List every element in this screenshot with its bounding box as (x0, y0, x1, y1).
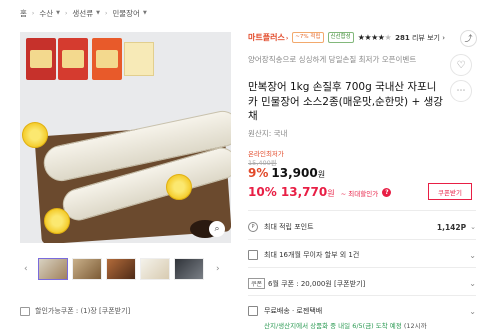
share-icon[interactable]: ⤴ (460, 30, 477, 47)
thumbnail[interactable] (38, 258, 68, 280)
rating-stars: ★★★★★ (357, 33, 392, 42)
installment-label: 최대 16개월 무이자 할부 외 1건 (264, 251, 360, 259)
breadcrumb-item[interactable]: 수산 (39, 8, 53, 19)
max-discount-label: ~ 최대할인가 (340, 190, 379, 198)
points-badge: ~7% 적립 (292, 32, 324, 43)
coupon-icon (20, 306, 30, 316)
thumbnail[interactable] (140, 258, 170, 280)
chevron-down-icon[interactable]: ⌄ (469, 279, 476, 288)
sale-price: 9% 13,900원 (248, 166, 325, 180)
truck-icon (248, 306, 258, 316)
monthly-coupon-row[interactable]: 쿠폰 6월 쿠폰 : 20,000원 [쿠폰받기] ⌄ (248, 278, 476, 289)
chevron-down-icon[interactable]: ▼ (143, 10, 147, 16)
point-icon: P (248, 222, 258, 232)
divider (248, 239, 476, 240)
divider (248, 267, 476, 268)
chevron-right-icon: › (64, 9, 68, 17)
coupon-tag: 쿠폰 (248, 278, 266, 289)
card-icon (248, 250, 258, 260)
divider (248, 210, 476, 211)
thumbs-prev-icon[interactable]: ‹ (24, 264, 28, 274)
shipping-row[interactable]: 무료배송 · 로젠택배 ⌄ (248, 306, 476, 316)
points-row[interactable]: P 최대 적립 포인트 1,142P ⌄ (248, 222, 476, 232)
chevron-down-icon[interactable]: ▼ (96, 10, 100, 16)
breadcrumb-item[interactable]: 민물장어 (112, 8, 140, 19)
ginger-pack-image (124, 42, 154, 76)
coupon-bar[interactable]: 할인가능쿠폰 : (1)장 [쿠폰받기] (20, 306, 238, 316)
price-unit: 원 (317, 170, 326, 179)
price-value: 13,900 (271, 166, 318, 180)
shipping-eta: 산지/생산지에서 상품화 중 내일 6/5(금) 도착 예정 (12시까 (264, 322, 427, 330)
lemon-slice (44, 208, 70, 234)
product-title: 만복장어 1kg 손질후 700g 국내산 자포니카 민물장어 소스2종(매운맛… (248, 81, 443, 122)
thumbnail-strip (38, 258, 204, 280)
chevron-down-icon[interactable]: ⌄ (469, 307, 476, 316)
thumbnail[interactable] (106, 258, 136, 280)
lemon-slice (22, 122, 48, 148)
coupon-bar-text: 할인가능쿠폰 : (1)장 [쿠폰받기] (35, 307, 131, 315)
product-pack-image (92, 38, 122, 80)
share-icon[interactable]: ⋯ (450, 80, 472, 102)
product-pack-image (58, 38, 88, 80)
coupon-price-value: 13,770 (280, 185, 328, 199)
chevron-down-icon[interactable]: ⌄ (469, 251, 476, 260)
breadcrumb-home[interactable]: 홈 (20, 8, 27, 19)
chevron-down-icon[interactable]: ▼ (56, 10, 60, 16)
divider (248, 295, 476, 296)
heart-icon[interactable]: ♡ (450, 54, 472, 76)
thumbs-next-icon[interactable]: › (216, 264, 220, 274)
product-pack-image (26, 38, 56, 80)
product-subtitle: 양어장직송으로 싱싱하게 당일손질 최저가 오픈이벤트 (248, 55, 417, 64)
chevron-right-icon: › (104, 9, 108, 17)
product-origin: 원산지: 국내 (248, 129, 288, 138)
product-main-image[interactable]: ⌕ (20, 32, 231, 243)
monthly-coupon-label: 6월 쿠폰 : 20,000원 [쿠폰받기] (268, 279, 366, 288)
thumbnail[interactable] (174, 258, 204, 280)
product-info-panel: 마트플러스› ~7% 적립 신선합성 ★★★★★ 281 리뷰 보기 › ⤴ 양… (248, 0, 490, 334)
review-link[interactable]: 281 리뷰 보기 › (395, 33, 445, 43)
coupon-percent: 10% (248, 185, 277, 199)
points-value: 1,142P (436, 222, 467, 232)
points-label: 최대 적립 포인트 (264, 223, 314, 231)
installment-row[interactable]: 최대 16개월 무이자 할부 외 1건 ⌄ (248, 250, 476, 260)
chevron-down-icon[interactable]: ⌄ (470, 223, 476, 231)
coupon-price: 10% 13,770원 ~ 최대할인가 ? (248, 185, 392, 199)
brand-row: 마트플러스› ~7% 적립 신선합성 ★★★★★ 281 리뷰 보기 › (248, 32, 445, 43)
thumbnail[interactable] (72, 258, 102, 280)
shipping-label: 무료배송 · 로젠택배 (264, 307, 323, 315)
question-icon[interactable]: ? (382, 188, 392, 197)
breadcrumb-item[interactable]: 생선류 (72, 8, 93, 19)
fresh-badge: 신선합성 (327, 32, 354, 43)
brand-link[interactable]: 마트플러스› (248, 32, 288, 43)
lemon-slice (166, 174, 192, 200)
coupon-price-unit: 원 (327, 189, 335, 198)
get-coupon-button[interactable]: 쿠폰받기 (428, 183, 472, 200)
discount-percent: 9% (248, 166, 269, 180)
zoom-icon[interactable]: ⌕ (209, 221, 225, 237)
breadcrumb: 홈 › 수산 ▼ › 생선류 ▼ › 민물장어 ▼ (20, 6, 147, 20)
chevron-right-icon: › (31, 9, 35, 17)
